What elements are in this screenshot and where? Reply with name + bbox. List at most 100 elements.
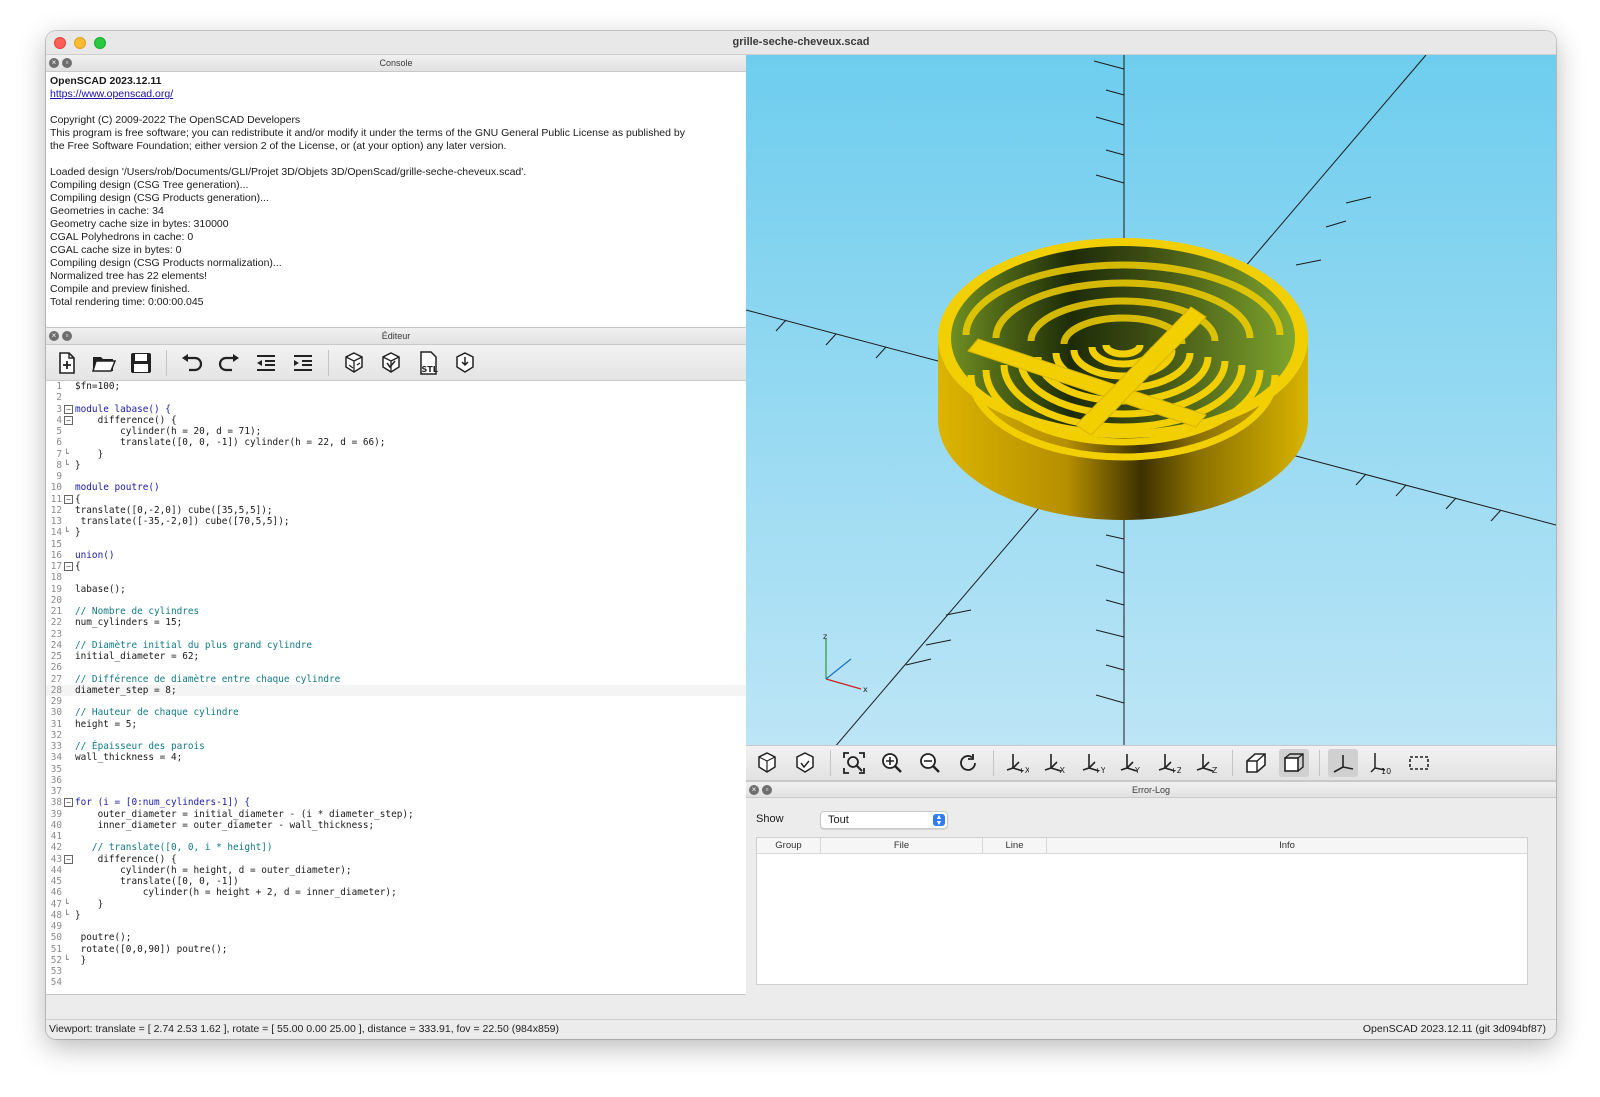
code-line[interactable]: 13 translate([-35,-2,0]) cube([70,5,5]); [46, 516, 746, 527]
redo-icon[interactable] [214, 349, 244, 377]
fold-toggle-icon[interactable]: − [64, 798, 73, 808]
code-line[interactable]: 38− for (i = [0:num_cylinders-1]) { [46, 797, 746, 808]
code-line[interactable]: 10 module poutre() [46, 482, 746, 493]
code-editor[interactable]: 1 $fn=100; 2 3− module labase() {4− differen… [46, 381, 746, 995]
new-file-icon[interactable] [52, 349, 82, 377]
left-icon[interactable]: -Y [1116, 749, 1146, 777]
bottom-icon[interactable]: +Y [1078, 749, 1108, 777]
code-line[interactable]: 15 [46, 539, 746, 550]
console-close-icon[interactable]: × [49, 58, 59, 68]
show-filter-select[interactable]: Tout ▲ ▼ [820, 811, 948, 829]
code-line[interactable]: 14 └} [46, 527, 746, 538]
code-line[interactable]: 34 wall_thickness = 4; [46, 752, 746, 763]
code-line[interactable]: 7 └ } [46, 449, 746, 460]
column-header-line[interactable]: Line [983, 838, 1047, 853]
code-line[interactable]: 27 // Différence de diamètre entre chaque… [46, 674, 746, 685]
code-line[interactable]: 16 union() [46, 550, 746, 561]
zoom-in-icon[interactable] [877, 749, 907, 777]
show-scale-markers-icon[interactable]: 10 [1366, 749, 1396, 777]
view-all-icon[interactable] [839, 749, 869, 777]
code-line[interactable]: 49 [46, 921, 746, 932]
code-line[interactable]: 39 outer_diameter = initial_diameter - (… [46, 809, 746, 820]
show-edges-icon[interactable] [1404, 749, 1434, 777]
code-line[interactable]: 46 cylinder(h = height + 2, d = inner_di… [46, 887, 746, 898]
3d-viewport[interactable]: z x [745, 54, 1556, 770]
zoom-out-icon[interactable] [915, 749, 945, 777]
code-line[interactable]: 4− difference() { [46, 415, 746, 426]
orthogonal-icon[interactable] [1279, 749, 1309, 777]
send-to-printer-icon[interactable] [450, 349, 480, 377]
code-line[interactable]: 41 [46, 831, 746, 842]
code-line[interactable]: 53 [46, 966, 746, 977]
editor-float-icon[interactable]: ▫ [62, 331, 72, 341]
fold-toggle-icon[interactable]: − [64, 494, 73, 504]
code-line[interactable]: 28 diameter_step = 8; [46, 684, 746, 696]
column-header-info[interactable]: Info [1047, 838, 1527, 853]
column-header-group[interactable]: Group [757, 838, 821, 853]
code-line[interactable]: 2 [46, 392, 746, 403]
error-log-close-icon[interactable]: × [749, 785, 759, 795]
front-icon[interactable]: +Z [1154, 749, 1184, 777]
editor-close-icon[interactable]: × [49, 331, 59, 341]
code-line[interactable]: 22 num_cylinders = 15; [46, 617, 746, 628]
error-log-float-icon[interactable]: ▫ [762, 785, 772, 795]
viewport-canvas[interactable]: z x [745, 54, 1556, 770]
perspective-icon[interactable] [1241, 749, 1271, 777]
code-line[interactable]: 52 └ } [46, 955, 746, 966]
open-file-icon[interactable] [89, 349, 119, 377]
code-line[interactable]: 1 $fn=100; [46, 381, 746, 392]
code-line[interactable]: 48 └} [46, 910, 746, 921]
undo-icon[interactable] [177, 349, 207, 377]
code-line[interactable]: 29 [46, 696, 746, 707]
code-line[interactable]: 30 // Hauteur de chaque cylindre [46, 707, 746, 718]
save-file-icon[interactable] [126, 349, 156, 377]
code-line[interactable]: 31 height = 5; [46, 719, 746, 730]
code-line[interactable]: 18 [46, 572, 746, 583]
column-header-file[interactable]: File [821, 838, 983, 853]
show-axes-icon[interactable] [1328, 749, 1358, 777]
code-line[interactable]: 36 [46, 775, 746, 786]
fold-toggle-icon[interactable]: − [64, 854, 73, 864]
code-line[interactable]: 26 [46, 662, 746, 673]
fold-toggle-icon[interactable]: − [64, 562, 73, 571]
code-line[interactable]: 6 translate([0, 0, -1]) cylinder(h = 22,… [46, 437, 746, 448]
console-link[interactable]: https://www.openscad.org/ [50, 88, 742, 101]
code-line[interactable]: 9 [46, 471, 746, 482]
code-line[interactable]: 5 cylinder(h = 20, d = 71); [46, 426, 746, 437]
render-icon[interactable] [790, 749, 820, 777]
code-line[interactable]: 24 // Diamètre initial du plus grand cyli… [46, 640, 746, 651]
back-icon[interactable]: -Z [1192, 749, 1222, 777]
code-line[interactable]: 43− difference() { [46, 854, 746, 865]
indent-icon[interactable] [288, 349, 318, 377]
code-line[interactable]: 45 translate([0, 0, -1]) [46, 876, 746, 887]
code-line[interactable]: 8 └} [46, 460, 746, 471]
fold-toggle-icon[interactable]: − [64, 415, 73, 425]
code-line[interactable]: 47 └ } [46, 899, 746, 910]
reset-view-icon[interactable] [953, 749, 983, 777]
code-line[interactable]: 32 [46, 730, 746, 741]
code-line[interactable]: 3− module labase() { [46, 404, 746, 415]
top-icon[interactable]: -X [1040, 749, 1070, 777]
code-line[interactable]: 23 [46, 629, 746, 640]
export-stl-icon[interactable]: STL [413, 349, 443, 377]
code-line[interactable]: 42 // translate([0, 0, i * height]) [46, 842, 746, 853]
code-line[interactable]: 25 initial_diameter = 62; [46, 651, 746, 662]
code-line[interactable]: 40 inner_diameter = outer_diameter - wal… [46, 820, 746, 831]
right-icon[interactable]: +X [1002, 749, 1032, 777]
console-float-icon[interactable]: ▫ [62, 58, 72, 68]
code-line[interactable]: 50 poutre(); [46, 932, 746, 943]
fold-toggle-icon[interactable]: − [64, 404, 73, 414]
code-line[interactable]: 12 translate([0,-2,0]) cube([35,5,5]); [46, 505, 746, 516]
preview-icon[interactable] [339, 349, 369, 377]
code-line[interactable]: 54 [46, 977, 746, 988]
code-line[interactable]: 37 [46, 786, 746, 797]
code-line[interactable]: 33 // Épaisseur des parois [46, 741, 746, 752]
preview-icon[interactable] [752, 749, 782, 777]
unindent-icon[interactable] [251, 349, 281, 377]
render-icon[interactable] [376, 349, 406, 377]
code-line[interactable]: 51 rotate([0,0,90]) poutre(); [46, 944, 746, 955]
code-line[interactable]: 17−{ [46, 561, 746, 572]
code-line[interactable]: 11−{ [46, 494, 746, 505]
code-line[interactable]: 44 cylinder(h = height, d = outer_diamet… [46, 865, 746, 876]
code-line[interactable]: 20 [46, 595, 746, 606]
